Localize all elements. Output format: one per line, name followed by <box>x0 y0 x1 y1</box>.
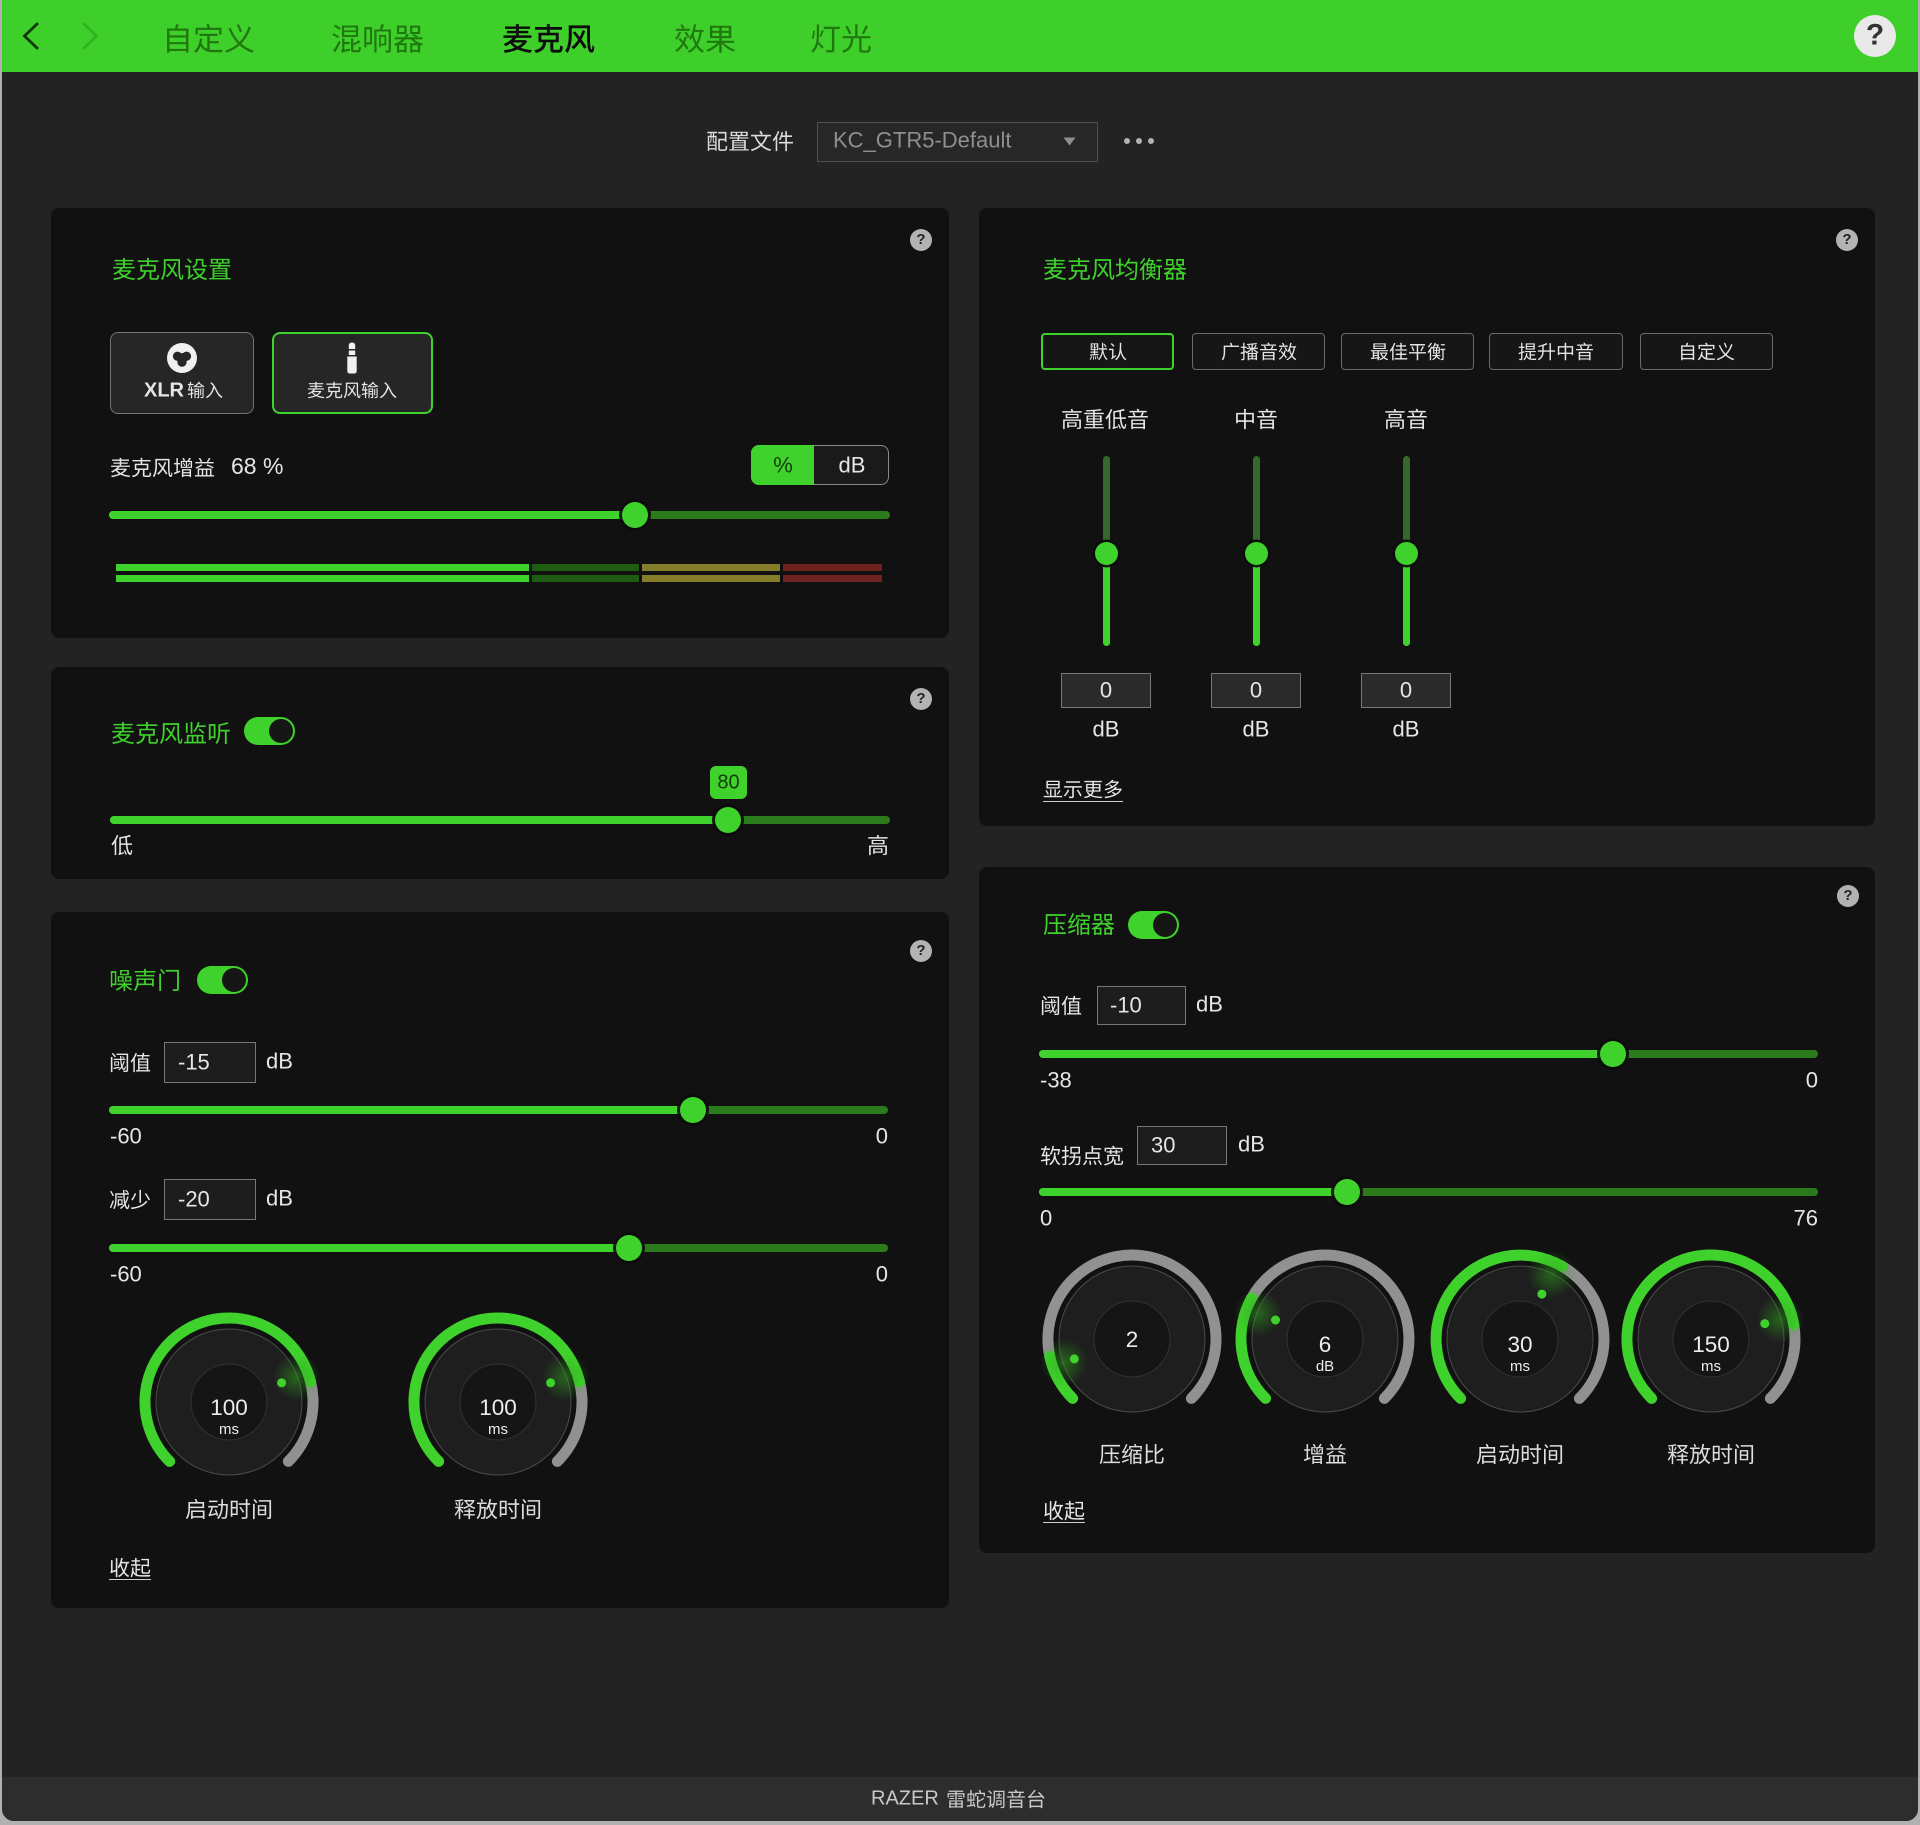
svg-text:ms: ms <box>1701 1358 1721 1375</box>
svg-text:dB: dB <box>1316 1358 1334 1375</box>
svg-text:6: 6 <box>1319 1332 1332 1357</box>
svg-text:2: 2 <box>1126 1327 1139 1352</box>
svg-text:ms: ms <box>488 1421 508 1438</box>
svg-text:150: 150 <box>1692 1332 1730 1357</box>
svg-text:100: 100 <box>210 1395 248 1420</box>
svg-text:ms: ms <box>1510 1358 1530 1375</box>
svg-text:30: 30 <box>1507 1332 1532 1357</box>
svg-text:ms: ms <box>219 1421 239 1438</box>
svg-text:100: 100 <box>479 1395 517 1420</box>
